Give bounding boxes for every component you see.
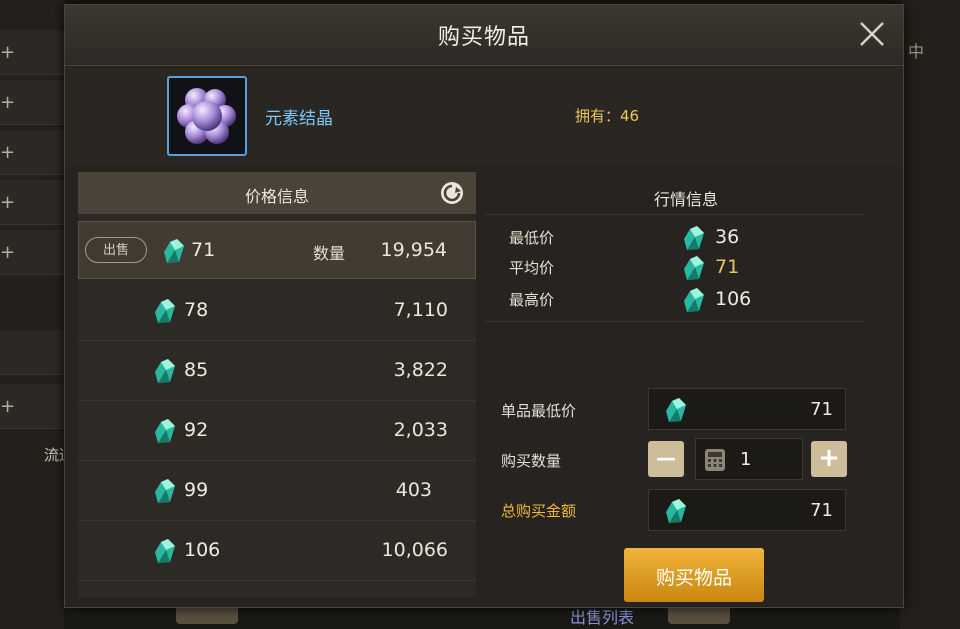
plus-icon: + [0,192,16,213]
owned-count: 拥有：46 [575,105,639,126]
price-row[interactable]: 106 10,066 [78,522,476,581]
buy-quantity-label: 购买数量 [501,452,562,470]
price-row[interactable]: 85 3,822 [78,342,476,401]
quantity-label: 数量 [313,244,346,263]
gem-icon [666,398,686,422]
plus-icon: + [0,92,16,113]
quantity-value: 3,822 [393,359,448,381]
avg-price-value: 71 [715,256,740,278]
price-value: 85 [184,359,209,381]
dialog-title: 购买物品 [437,25,530,50]
minus-icon: — [656,446,676,470]
owned-value: 46 [620,107,640,125]
price-row[interactable]: 出售 71 数量 19,954 [78,221,476,279]
min-price-value: 36 [715,226,740,248]
price-info-panel: 价格信息 出售 71 数量 19,954 78 7,110 85 3,822 9… [78,172,476,597]
gem-icon [155,479,175,503]
quantity-value: 19,954 [380,239,447,261]
dialog-header: 购买物品 [65,5,903,66]
plus-icon: + [0,42,16,63]
decrease-quantity-button[interactable]: — [648,441,684,477]
background-label: 中 [907,42,924,61]
market-info-panel: 行情信息 最低价 36 平均价 71 最高价 106 单品最低价 71 购买数量… [485,172,887,602]
sell-tag: 出售 [85,237,147,263]
gem-icon [666,499,686,523]
gem-icon [684,288,704,312]
unit-price-label: 单品最低价 [501,402,577,420]
close-button[interactable] [857,19,887,49]
quantity-value: 403 [395,479,432,501]
quantity-value: 2,033 [393,419,448,441]
gem-icon [164,239,184,263]
price-value: 99 [184,479,209,501]
calculator-icon[interactable] [704,448,726,472]
price-row[interactable]: 99 403 [78,462,476,521]
market-info-title: 行情信息 [653,190,718,209]
background-right-panel [900,0,960,629]
purchase-dialog: 购买物品 元素结晶 拥有：46 价格信息 出售 71 数量 19,954 78 … [64,4,904,608]
price-info-title: 价格信息 [244,187,309,206]
market-stats: 最低价 36 平均价 71 最高价 106 [485,214,865,322]
min-price-label: 最低价 [509,229,555,247]
buy-item-button[interactable]: 购买物品 [624,548,764,602]
gem-icon [155,359,175,383]
price-info-header: 价格信息 [78,172,476,214]
total-price-field: 71 [648,489,846,531]
quantity-value: 10,066 [381,539,448,561]
close-icon [860,22,884,46]
price-row[interactable]: 92 2,033 [78,402,476,461]
gem-icon [155,419,175,443]
avg-price-label: 平均价 [509,259,555,277]
total-price-label: 总购买金额 [501,502,577,520]
plus-icon: + [818,443,840,473]
plus-icon: + [0,142,16,163]
total-price-value: 71 [810,500,833,521]
owned-label: 拥有： [575,107,621,125]
gem-icon [684,226,704,250]
unit-price-field: 71 [648,388,846,430]
quantity-value: 7,110 [393,299,448,321]
item-thumbnail [167,76,247,156]
background-row [0,330,64,375]
price-value: 71 [191,239,216,261]
refresh-icon[interactable] [438,179,466,207]
plus-icon: + [0,396,16,417]
quantity-input[interactable]: 1 [695,438,803,480]
crystal-cluster-icon [177,88,236,144]
price-row[interactable]: 78 7,110 [78,282,476,341]
max-price-value: 106 [715,288,752,310]
quantity-value: 1 [740,449,752,470]
buy-item-label: 购买物品 [655,567,732,589]
price-value: 78 [184,299,209,321]
item-summary: 元素结晶 拥有：46 [65,66,903,166]
plus-icon: + [0,242,16,263]
max-price-label: 最高价 [509,291,555,309]
increase-quantity-button[interactable]: + [811,441,847,477]
unit-price-value: 71 [810,399,833,420]
gem-icon [155,539,175,563]
item-name: 元素结晶 [265,109,333,129]
gem-icon [684,256,704,280]
price-value: 106 [184,539,221,561]
gem-icon [155,299,175,323]
price-value: 92 [184,419,209,441]
